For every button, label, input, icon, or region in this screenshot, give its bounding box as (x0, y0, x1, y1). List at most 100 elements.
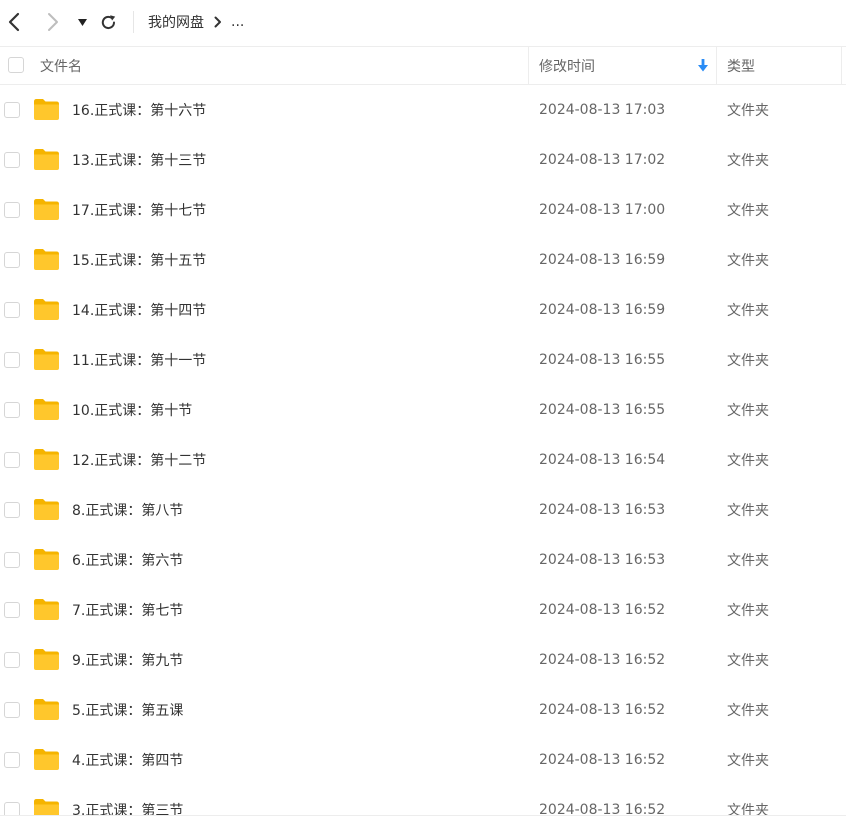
folder-icon (34, 749, 59, 770)
file-type: 文件夹 (727, 603, 769, 619)
file-name[interactable]: 9.正式课：第九节 (72, 635, 183, 685)
row-checkbox[interactable] (4, 102, 20, 118)
folder-icon (34, 399, 59, 420)
column-header-name[interactable]: 文件名 (40, 47, 82, 84)
modified-time: 2024-08-13 16:55 (539, 352, 666, 368)
file-name[interactable]: 15.正式课：第十五节 (72, 235, 206, 285)
table-row[interactable]: 11.正式课：第十一节 2024-08-13 16:55 文件夹 (0, 335, 846, 385)
modified-time: 2024-08-13 16:55 (539, 402, 666, 418)
row-checkbox[interactable] (4, 602, 20, 618)
modified-time: 2024-08-13 16:53 (539, 502, 666, 518)
table-row[interactable]: 12.正式课：第十二节 2024-08-13 16:54 文件夹 (0, 435, 846, 485)
file-type: 文件夹 (727, 803, 769, 815)
folder-icon (34, 649, 59, 670)
file-name[interactable]: 5.正式课：第五课 (72, 685, 183, 735)
modified-time: 2024-08-13 17:00 (539, 202, 666, 218)
breadcrumb: 我的网盘 ... (148, 11, 244, 33)
file-name[interactable]: 11.正式课：第十一节 (72, 335, 206, 385)
modified-time: 2024-08-13 16:52 (539, 752, 666, 768)
row-checkbox[interactable] (4, 402, 20, 418)
refresh-icon (101, 14, 115, 29)
folder-icon (34, 699, 59, 720)
table-row[interactable]: 7.正式课：第七节 2024-08-13 16:52 文件夹 (0, 585, 846, 635)
chevron-right-icon (48, 13, 58, 31)
file-name[interactable]: 7.正式课：第七节 (72, 585, 183, 635)
file-name[interactable]: 4.正式课：第四节 (72, 735, 183, 785)
file-name[interactable]: 3.正式课：第三节 (72, 785, 183, 815)
folder-icon (34, 449, 59, 470)
row-checkbox[interactable] (4, 552, 20, 568)
folder-icon (34, 549, 59, 570)
file-name[interactable]: 14.正式课：第十四节 (72, 285, 206, 335)
file-name[interactable]: 8.正式课：第八节 (72, 485, 183, 535)
modified-time: 2024-08-13 16:54 (539, 452, 666, 468)
modified-time: 2024-08-13 16:52 (539, 652, 666, 668)
back-button[interactable] (6, 12, 22, 32)
column-header-modified[interactable]: 修改时间 (539, 47, 715, 84)
folder-icon (34, 299, 59, 320)
file-name[interactable]: 12.正式课：第十二节 (72, 435, 206, 485)
folder-icon (34, 199, 59, 220)
file-type: 文件夹 (727, 103, 769, 119)
file-type: 文件夹 (727, 553, 769, 569)
select-all-checkbox[interactable] (8, 57, 24, 73)
column-header-type[interactable]: 类型 (727, 47, 755, 84)
table-row[interactable]: 9.正式课：第九节 2024-08-13 16:52 文件夹 (0, 635, 846, 685)
breadcrumb-ellipsis[interactable]: ... (231, 14, 244, 30)
refresh-button[interactable] (99, 12, 117, 32)
table-row[interactable]: 6.正式课：第六节 2024-08-13 16:53 文件夹 (0, 535, 846, 585)
table-row[interactable]: 5.正式课：第五课 2024-08-13 16:52 文件夹 (0, 685, 846, 735)
file-name[interactable]: 16.正式课：第十六节 (72, 85, 206, 135)
row-checkbox[interactable] (4, 702, 20, 718)
table-row[interactable]: 13.正式课：第十三节 2024-08-13 17:02 文件夹 (0, 135, 846, 185)
folder-icon (34, 349, 59, 370)
table-row[interactable]: 16.正式课：第十六节 2024-08-13 17:03 文件夹 (0, 85, 846, 135)
folder-icon (34, 799, 59, 815)
folder-icon (34, 599, 59, 620)
history-dropdown-button[interactable] (76, 12, 88, 32)
file-type: 文件夹 (727, 353, 769, 369)
file-type: 文件夹 (727, 453, 769, 469)
file-type: 文件夹 (727, 753, 769, 769)
column-divider (528, 47, 529, 84)
file-type: 文件夹 (727, 253, 769, 269)
row-checkbox[interactable] (4, 352, 20, 368)
chevron-left-icon (8, 12, 20, 32)
modified-time: 2024-08-13 16:59 (539, 252, 666, 268)
row-checkbox[interactable] (4, 652, 20, 668)
file-name[interactable]: 6.正式课：第六节 (72, 535, 183, 585)
table-row[interactable]: 17.正式课：第十七节 2024-08-13 17:00 文件夹 (0, 185, 846, 235)
list-bottom-border (0, 815, 846, 816)
row-checkbox[interactable] (4, 452, 20, 468)
table-row[interactable]: 10.正式课：第十节 2024-08-13 16:55 文件夹 (0, 385, 846, 435)
row-checkbox[interactable] (4, 202, 20, 218)
file-type: 文件夹 (727, 203, 769, 219)
folder-icon (34, 499, 59, 520)
modified-time: 2024-08-13 16:52 (539, 602, 666, 618)
file-name[interactable]: 10.正式课：第十节 (72, 385, 192, 435)
table-row[interactable]: 15.正式课：第十五节 2024-08-13 16:59 文件夹 (0, 235, 846, 285)
modified-time: 2024-08-13 16:53 (539, 552, 666, 568)
table-row[interactable]: 14.正式课：第十四节 2024-08-13 16:59 文件夹 (0, 285, 846, 335)
table-row[interactable]: 3.正式课：第三节 2024-08-13 16:52 文件夹 (0, 785, 846, 815)
toolbar-divider (133, 11, 134, 33)
table-row[interactable]: 8.正式课：第八节 2024-08-13 16:53 文件夹 (0, 485, 846, 535)
row-checkbox[interactable] (4, 802, 20, 815)
file-type: 文件夹 (727, 403, 769, 419)
row-checkbox[interactable] (4, 302, 20, 318)
file-type: 文件夹 (727, 703, 769, 719)
folder-icon (34, 99, 59, 120)
file-name[interactable]: 17.正式课：第十七节 (72, 185, 206, 235)
row-checkbox[interactable] (4, 502, 20, 518)
forward-button[interactable] (45, 12, 61, 32)
breadcrumb-root[interactable]: 我的网盘 (148, 12, 204, 32)
modified-time: 2024-08-13 17:03 (539, 102, 666, 118)
table-row[interactable]: 4.正式课：第四节 2024-08-13 16:52 文件夹 (0, 735, 846, 785)
file-name[interactable]: 13.正式课：第十三节 (72, 135, 206, 185)
modified-time: 2024-08-13 16:52 (539, 802, 666, 815)
row-checkbox[interactable] (4, 752, 20, 768)
modified-time: 2024-08-13 17:02 (539, 152, 666, 168)
row-checkbox[interactable] (4, 252, 20, 268)
row-checkbox[interactable] (4, 152, 20, 168)
column-header-modified-label: 修改时间 (539, 58, 595, 75)
